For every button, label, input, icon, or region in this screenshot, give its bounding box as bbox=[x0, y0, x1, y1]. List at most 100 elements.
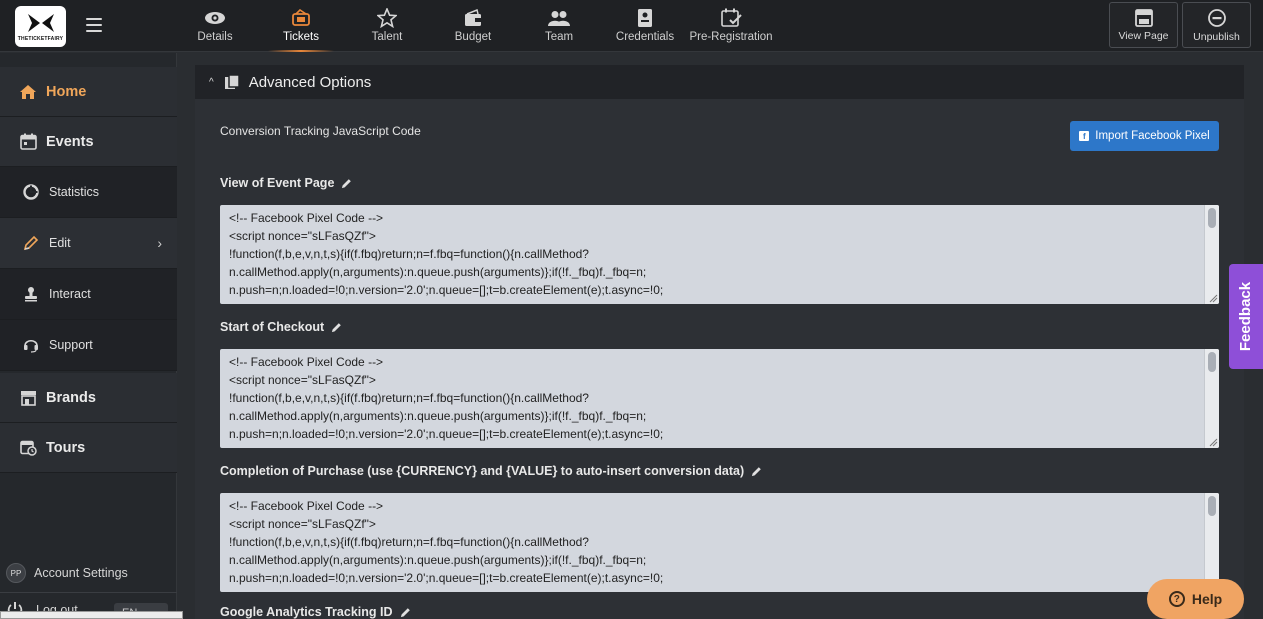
eye-icon bbox=[204, 7, 226, 29]
sidebar-item-brands[interactable]: Brands bbox=[0, 373, 177, 423]
code-line: <!-- Facebook Pixel Code --> bbox=[229, 499, 384, 513]
import-facebook-pixel-button[interactable]: f Import Facebook Pixel bbox=[1070, 121, 1219, 151]
sidebar-item-label: Events bbox=[46, 133, 94, 150]
top-bar: THETICKETFAIRY Details Tickets Talent Bu… bbox=[0, 0, 1263, 52]
sidebar-item-label: Tours bbox=[46, 439, 86, 456]
code-line: <script nonce="sLFasQZf"> bbox=[229, 517, 376, 531]
pencil-icon[interactable] bbox=[400, 607, 411, 618]
google-analytics-tracking-id-label: Google Analytics Tracking ID bbox=[220, 605, 411, 619]
sidebar-item-home[interactable]: Home bbox=[0, 67, 177, 117]
tab-credentials[interactable]: Credentials bbox=[602, 0, 688, 52]
people-icon bbox=[548, 7, 570, 29]
code-line: !function(f,b,e,v,n,t,s){if(f.fbq)return… bbox=[229, 247, 589, 261]
pencil-icon[interactable] bbox=[341, 178, 352, 189]
chevron-right-icon: › bbox=[157, 235, 162, 251]
panel-title: Advanced Options bbox=[248, 73, 372, 91]
account-settings-link[interactable]: PP Account Settings bbox=[0, 560, 177, 586]
code-line: n.callMethod.apply(n,arguments):n.queue.… bbox=[229, 553, 647, 567]
sidebar-item-label: Interact bbox=[49, 287, 91, 301]
sidebar-divider bbox=[0, 592, 177, 593]
field-label-text: Completion of Purchase (use {CURRENCY} a… bbox=[220, 464, 745, 478]
field-label-text: View of Event Page bbox=[220, 176, 335, 190]
code-line: <script nonce="sLFasQZf"> bbox=[229, 229, 376, 243]
wallet-icon bbox=[462, 7, 484, 29]
help-button[interactable]: ? Help bbox=[1147, 579, 1244, 619]
pencil-icon bbox=[22, 234, 40, 252]
code-line: n.push=n;n.loaded=!0;n.version='2.0';n.q… bbox=[229, 283, 664, 297]
sidebar-item-statistics[interactable]: Statistics bbox=[0, 167, 177, 218]
tab-budget[interactable]: Budget bbox=[430, 0, 516, 52]
resize-grip-icon[interactable] bbox=[1208, 437, 1218, 447]
scrollbar-thumb[interactable] bbox=[1208, 208, 1216, 228]
feedback-label: Feedback bbox=[1237, 281, 1255, 352]
sidebar-item-tours[interactable]: Tours bbox=[0, 423, 177, 473]
sidebar-item-label: Edit bbox=[49, 236, 71, 250]
status-url-tooltip bbox=[0, 611, 183, 619]
tab-label: Details bbox=[197, 31, 233, 43]
import-button-label: Import Facebook Pixel bbox=[1095, 130, 1210, 142]
sidebar-item-label: Home bbox=[46, 83, 87, 100]
advanced-options-header[interactable]: ^ Advanced Options bbox=[195, 65, 1244, 99]
feedback-tab[interactable]: Feedback bbox=[1229, 264, 1263, 369]
scrollbar-thumb[interactable] bbox=[1208, 352, 1216, 372]
facebook-icon: f bbox=[1079, 131, 1090, 141]
calendar-clock-icon bbox=[19, 439, 37, 457]
start-of-checkout-code-textarea[interactable]: <!-- Facebook Pixel Code --> <script nonc… bbox=[220, 349, 1219, 448]
completion-of-purchase-label: Completion of Purchase (use {CURRENCY} a… bbox=[220, 464, 762, 478]
code-line: !function(f,b,e,v,n,t,s){if(f.fbq)return… bbox=[229, 535, 589, 549]
sidebar-item-interact[interactable]: Interact bbox=[0, 269, 177, 320]
pencil-icon[interactable] bbox=[331, 322, 342, 333]
conversion-tracking-label: Conversion Tracking JavaScript Code bbox=[220, 124, 421, 138]
help-label: Help bbox=[1191, 591, 1223, 607]
question-circle-icon: ? bbox=[1168, 591, 1185, 607]
sidebar-item-label: Support bbox=[49, 338, 93, 352]
calendar-icon bbox=[19, 133, 37, 151]
tab-label: Team bbox=[544, 31, 574, 43]
event-nav-tabs: Details Tickets Talent Budget Team Crede… bbox=[172, 0, 774, 52]
sidebar-item-events[interactable]: Events bbox=[0, 117, 177, 167]
tab-talent[interactable]: Talent bbox=[344, 0, 430, 52]
view-of-event-page-code-textarea[interactable]: <!-- Facebook Pixel Code --> <script nonc… bbox=[220, 205, 1219, 304]
account-settings-label: Account Settings bbox=[34, 566, 128, 580]
store-icon bbox=[19, 389, 37, 407]
avatar: PP bbox=[6, 563, 26, 583]
unpublish-label: Unpublish bbox=[1193, 30, 1240, 43]
ticket-icon bbox=[290, 7, 312, 29]
sidebar-item-support[interactable]: Support bbox=[0, 320, 177, 371]
scrollbar-thumb[interactable] bbox=[1208, 496, 1216, 516]
chevron-up-icon: ^ bbox=[209, 76, 214, 88]
pencil-icon[interactable] bbox=[751, 466, 762, 477]
ticket-fairy-logo[interactable]: THETICKETFAIRY bbox=[15, 6, 66, 47]
code-line: <!-- Facebook Pixel Code --> bbox=[229, 355, 384, 369]
code-line: n.callMethod.apply(n,arguments):n.queue.… bbox=[229, 409, 647, 423]
code-line: n.push=n;n.loaded=!0;n.version='2.0';n.q… bbox=[229, 427, 664, 441]
tab-label: Budget bbox=[454, 31, 492, 43]
tab-pre-registration[interactable]: Pre-Registration bbox=[688, 0, 774, 52]
tab-label: Talent bbox=[371, 31, 403, 43]
tab-label: Credentials bbox=[615, 31, 675, 43]
textarea-scrollbar[interactable] bbox=[1204, 493, 1219, 592]
calendar-check-icon bbox=[720, 7, 742, 29]
sidebar-item-label: Statistics bbox=[49, 185, 100, 199]
star-icon bbox=[376, 7, 398, 29]
field-label-text: Start of Checkout bbox=[220, 320, 325, 334]
tab-team[interactable]: Team bbox=[516, 0, 602, 52]
logo-text: THETICKETFAIRY bbox=[17, 35, 64, 42]
unpublish-button[interactable]: Unpublish bbox=[1182, 2, 1251, 48]
copy-icon bbox=[224, 74, 240, 89]
menu-toggle-icon[interactable] bbox=[86, 18, 102, 32]
sidebar: Home Events Statistics Edit › Interact S… bbox=[0, 53, 177, 619]
tab-label: Pre-Registration bbox=[689, 31, 773, 43]
sidebar-item-label: Brands bbox=[46, 389, 96, 406]
tab-tickets[interactable]: Tickets bbox=[258, 0, 344, 52]
resize-grip-icon[interactable] bbox=[1208, 293, 1218, 303]
view-page-button[interactable]: View Page bbox=[1109, 2, 1178, 48]
sidebar-item-edit[interactable]: Edit › bbox=[0, 218, 177, 269]
tab-details[interactable]: Details bbox=[172, 0, 258, 52]
code-line: n.callMethod.apply(n,arguments):n.queue.… bbox=[229, 265, 647, 279]
textarea-scrollbar[interactable] bbox=[1204, 205, 1219, 304]
completion-of-purchase-code-textarea[interactable]: <!-- Facebook Pixel Code --> <script nonc… bbox=[220, 493, 1219, 592]
stamp-icon bbox=[22, 285, 40, 303]
code-line: <script nonce="sLFasQZf"> bbox=[229, 373, 376, 387]
textarea-scrollbar[interactable] bbox=[1204, 349, 1219, 448]
